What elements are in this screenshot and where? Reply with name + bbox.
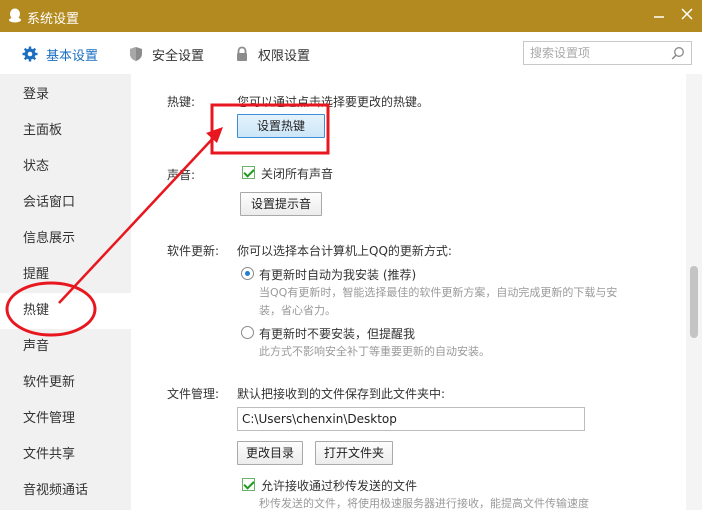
notify-only-label: 有更新时不要安装，但提醒我 — [259, 327, 416, 341]
set-notification-sound-button[interactable]: 设置提示音 — [240, 192, 322, 216]
download-folder-path-input[interactable] — [237, 407, 585, 431]
search-icon[interactable] — [671, 46, 685, 60]
settings-search-box[interactable] — [523, 41, 692, 65]
file-description: 默认把接收到的文件保存到此文件夹中: — [237, 387, 446, 401]
mute-all-checkbox[interactable] — [242, 166, 255, 179]
content-scrollbar[interactable] — [686, 74, 702, 510]
sidebar-item-login[interactable]: 登录 — [0, 77, 131, 113]
sidebar-item-software-update[interactable]: 软件更新 — [0, 365, 131, 401]
sidebar-item-sound[interactable]: 声音 — [0, 329, 131, 365]
hotkey-description: 您可以通过点击选择要更改的热键。 — [237, 95, 430, 109]
allow-second-send-label: 允许接收通过秒传发送的文件 — [261, 479, 418, 493]
tab-label: 基本设置 — [46, 48, 99, 64]
settings-sidebar: 登录 主面板 状态 会话窗口 信息展示 提醒 热键 声音 软件更新 文件管理 文… — [0, 74, 131, 510]
update-description: 你可以选择本台计算机上QQ的更新方式: — [237, 244, 452, 258]
notify-only-radio[interactable] — [241, 326, 254, 339]
tab-label: 权限设置 — [258, 48, 311, 64]
tab-label: 安全设置 — [152, 48, 205, 64]
sound-section-label: 声音: — [167, 168, 196, 182]
mute-all-label: 关闭所有声音 — [261, 167, 334, 181]
auto-install-label: 有更新时自动为我安装 (推荐) — [259, 268, 417, 282]
sidebar-item-main-panel[interactable]: 主面板 — [0, 113, 131, 149]
set-hotkey-button[interactable]: 设置热键 — [237, 114, 325, 138]
minimize-button[interactable] — [648, 5, 670, 27]
change-folder-button[interactable]: 更改目录 — [237, 441, 303, 465]
close-icon — [681, 8, 693, 20]
sidebar-item-av-call[interactable]: 音视频通话 — [0, 473, 131, 509]
gear-icon — [22, 46, 38, 62]
qq-penguin-icon — [9, 8, 21, 23]
lock-icon — [237, 46, 247, 61]
scrollbar-thumb[interactable] — [690, 266, 698, 338]
sidebar-item-reminder[interactable]: 提醒 — [0, 257, 131, 293]
tab-permission-settings[interactable]: 权限设置 — [234, 44, 310, 64]
sidebar-item-status[interactable]: 状态 — [0, 149, 131, 185]
file-section-label: 文件管理: — [167, 387, 220, 401]
hotkey-section-label: 热键: — [167, 95, 196, 109]
sidebar-item-chat-window[interactable]: 会话窗口 — [0, 185, 131, 221]
update-section-label: 软件更新: — [167, 244, 220, 258]
notify-only-description: 此方式不影响安全补丁等重要更新的自动安装。 — [259, 345, 490, 358]
shield-icon — [130, 47, 142, 61]
sidebar-item-hotkey[interactable]: 热键 — [0, 293, 131, 329]
tab-security-settings[interactable]: 安全设置 — [128, 44, 204, 64]
sidebar-item-file-management[interactable]: 文件管理 — [0, 401, 131, 437]
allow-second-send-checkbox[interactable] — [242, 478, 255, 491]
close-button[interactable] — [676, 5, 698, 27]
tab-basic-settings[interactable]: 基本设置 — [22, 44, 98, 64]
auto-install-radio[interactable] — [241, 267, 254, 280]
sidebar-item-info-display[interactable]: 信息展示 — [0, 221, 131, 257]
allow-second-send-description: 秒传发送的文件，将使用极速服务器进行接收，能提高文件传输速度 — [259, 497, 589, 510]
settings-content: 热键: 您可以通过点击选择要更改的热键。 设置热键 声音: 关闭所有声音 设置提… — [131, 74, 686, 510]
title-bar[interactable]: 系统设置 — [0, 0, 702, 32]
window-title: 系统设置 — [27, 12, 80, 27]
search-input[interactable] — [524, 42, 664, 64]
auto-install-description: 当QQ有更新时，智能选择最佳的软件更新方案，自动完成更新的下载与安装，省心省力。 — [259, 286, 618, 317]
sidebar-item-file-sharing[interactable]: 文件共享 — [0, 437, 131, 473]
open-folder-button[interactable]: 打开文件夹 — [315, 441, 393, 465]
minimize-icon — [654, 16, 664, 18]
